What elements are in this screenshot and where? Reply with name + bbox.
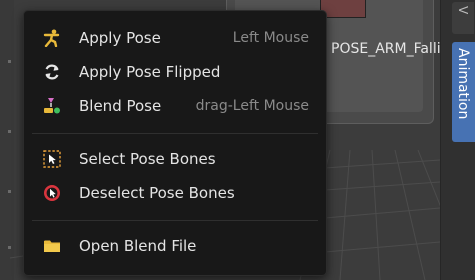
folder-icon bbox=[44, 240, 60, 252]
menu-item-apply-pose-flipped[interactable]: Apply Pose Flipped bbox=[32, 57, 318, 87]
sidebar-tab-view[interactable]: V bbox=[452, 2, 474, 34]
menu-item-label: Select Pose Bones bbox=[79, 150, 216, 168]
menu-item-label: Open Blend File bbox=[79, 237, 197, 255]
pose-context-menu: Apply Pose Left Mouse Apply Pose Flipped… bbox=[23, 10, 327, 276]
menu-item-label: Apply Pose bbox=[79, 29, 161, 47]
menu-separator bbox=[32, 220, 318, 221]
blend-pose-icon bbox=[44, 98, 60, 114]
sidebar-tab-animation-label: Animation bbox=[455, 48, 471, 120]
sidebar-tab-animation[interactable]: Animation bbox=[452, 42, 475, 142]
menu-item-label: Apply Pose Flipped bbox=[79, 63, 221, 81]
menu-item-apply-pose[interactable]: Apply Pose Left Mouse bbox=[32, 23, 318, 53]
select-bones-icon bbox=[43, 150, 61, 168]
menu-item-label: Blend Pose bbox=[79, 97, 162, 115]
sidebar-tab-view-label: V bbox=[456, 6, 470, 15]
menu-item-shortcut: drag-Left Mouse bbox=[195, 98, 309, 114]
deselect-bones-icon bbox=[44, 185, 60, 201]
menu-item-label: Deselect Pose Bones bbox=[79, 184, 235, 202]
menu-item-deselect-pose-bones[interactable]: Deselect Pose Bones bbox=[32, 178, 318, 208]
menu-item-shortcut: Left Mouse bbox=[232, 30, 309, 46]
menu-separator bbox=[32, 133, 318, 134]
menu-item-select-pose-bones[interactable]: Select Pose Bones bbox=[32, 144, 318, 174]
flip-icon bbox=[45, 64, 59, 80]
apply-pose-icon bbox=[43, 29, 60, 47]
menu-item-blend-pose[interactable]: Blend Pose drag-Left Mouse bbox=[32, 91, 318, 121]
menu-item-open-blend-file[interactable]: Open Blend File bbox=[32, 231, 318, 261]
